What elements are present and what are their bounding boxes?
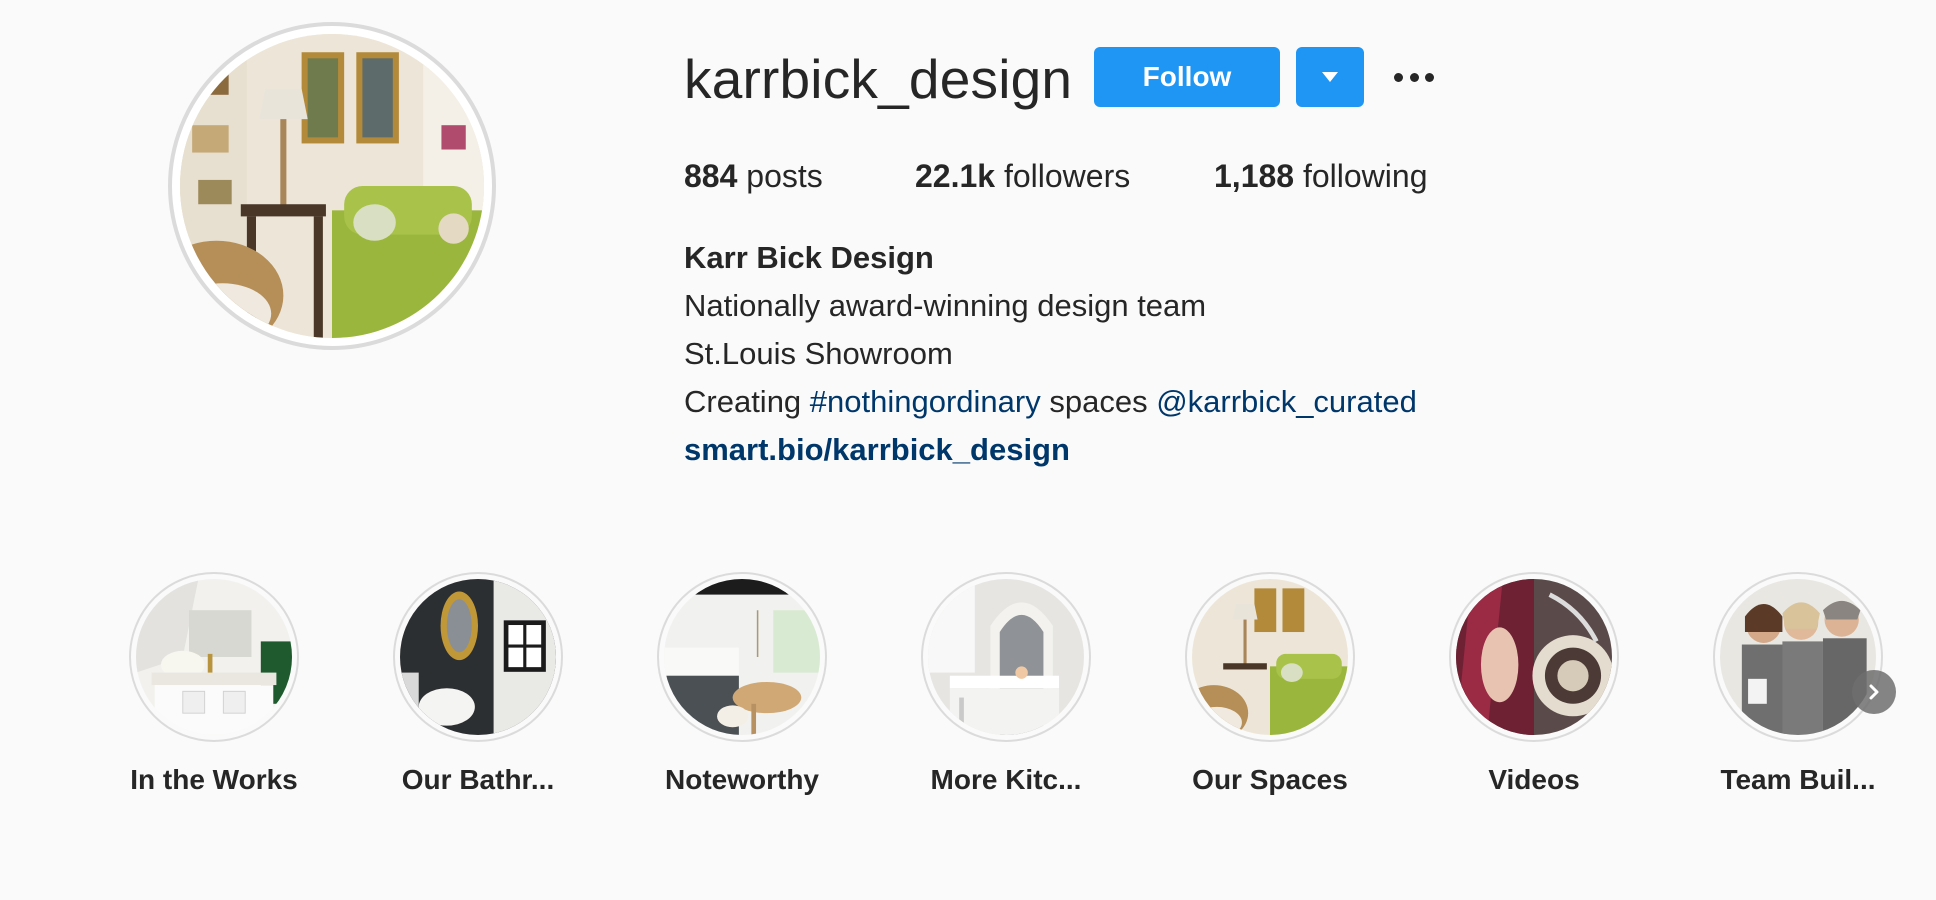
bio-line-3-prefix: Creating (684, 384, 810, 419)
bio-full-name: Karr Bick Design (684, 240, 934, 275)
highlight-item[interactable]: Our Spaces (1185, 572, 1355, 796)
highlight-label: Our Bathr... (401, 764, 555, 795)
highlight-label: Our Spaces (1192, 764, 1348, 795)
highlight-thumbnail (928, 579, 1084, 735)
highlight-cover[interactable] (129, 572, 299, 742)
profile-bio: Karr Bick Design Nationally award-winnin… (684, 234, 1417, 474)
more-options-icon-dot (1425, 72, 1434, 82)
suggested-accounts-dropdown-button[interactable] (1296, 47, 1364, 107)
following-stat[interactable]: 1,188 following (1214, 154, 1427, 198)
bio-line-2: St.Louis Showroom (684, 336, 953, 371)
profile-avatar[interactable] (168, 22, 496, 350)
mention-link[interactable]: @karrbick_curated (1156, 384, 1417, 419)
followers-stat[interactable]: 22.1k followers (915, 154, 1130, 198)
followers-label: followers (1003, 158, 1131, 194)
highlight-label: More Kitc... (930, 764, 1082, 795)
living-room-photo (180, 34, 484, 338)
highlight-item[interactable]: Videos (1449, 572, 1619, 796)
highlight-thumbnail (136, 579, 292, 735)
posts-count: 884 (684, 158, 738, 194)
following-count: 1,188 (1214, 158, 1295, 194)
more-options-icon (1394, 72, 1403, 82)
highlight-label: Videos (1488, 764, 1580, 795)
highlights-next-button[interactable] (1852, 670, 1896, 714)
highlight-cover[interactable] (393, 572, 563, 742)
bio-line-3: Creating #nothingordinary spaces @karrbi… (684, 378, 1417, 426)
highlight-cover[interactable] (1185, 572, 1355, 742)
posts-stat: 884 posts (684, 154, 823, 198)
highlight-thumbnail (1720, 579, 1876, 735)
highlight-item[interactable]: Noteworthy (657, 572, 827, 796)
chevron-down-icon (1322, 72, 1338, 82)
more-options-icon-dot (1409, 72, 1419, 82)
follow-button[interactable]: Follow (1094, 47, 1280, 107)
highlight-label: Noteworthy (665, 764, 819, 795)
highlight-cover[interactable] (1713, 572, 1883, 742)
highlight-item[interactable]: Our Bathr... (393, 572, 563, 796)
website-link[interactable]: smart.bio/karrbick_design (684, 432, 1070, 467)
highlight-cover[interactable] (921, 572, 1091, 742)
highlight-thumbnail (400, 579, 556, 735)
hashtag-link[interactable]: #nothingordinary (810, 384, 1041, 419)
profile-page: karrbick_design Follow 884 posts 22.1k f… (0, 0, 1936, 900)
avatar-image (180, 34, 484, 338)
highlight-item[interactable]: More Kitc... (921, 572, 1091, 796)
profile-username: karrbick_design (684, 48, 1073, 110)
posts-label: posts (746, 158, 823, 194)
bio-line-3-middle: spaces (1040, 384, 1157, 419)
highlight-label: Team Buil... (1720, 764, 1876, 795)
bio-line-1: Nationally award-winning design team (684, 288, 1207, 323)
more-options-button[interactable] (1388, 58, 1440, 96)
highlight-thumbnail (1192, 579, 1348, 735)
highlight-cover[interactable] (1449, 572, 1619, 742)
highlight-label: In the Works (130, 764, 298, 795)
highlight-thumbnail (664, 579, 820, 735)
highlight-thumbnail (1456, 579, 1612, 735)
highlight-item[interactable]: In the Works (129, 572, 299, 796)
following-label: following (1302, 158, 1428, 194)
chevron-right-icon (1869, 684, 1879, 700)
highlight-cover[interactable] (657, 572, 827, 742)
followers-count: 22.1k (915, 158, 996, 194)
